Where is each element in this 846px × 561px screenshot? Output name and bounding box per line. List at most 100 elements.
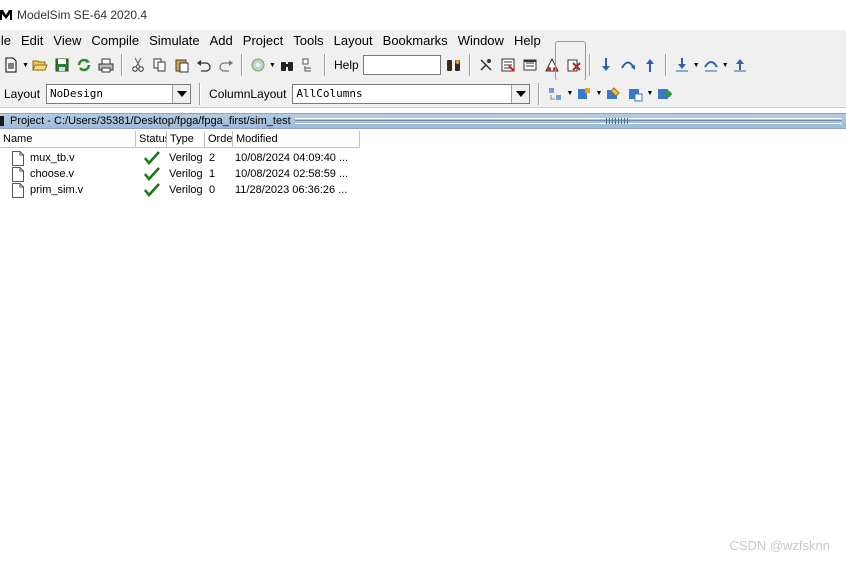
reload-button[interactable] [74, 55, 94, 75]
column-header-order[interactable]: Order [205, 131, 233, 147]
remove-column-dropdown-icon[interactable]: ▼ [646, 84, 653, 104]
menu-view[interactable]: View [48, 33, 86, 48]
checkmark-icon [143, 183, 160, 197]
compile-dropdown-icon[interactable]: ▼ [269, 55, 276, 75]
file-icon [12, 182, 24, 198]
new-file-dropdown-icon[interactable]: ▼ [22, 55, 29, 75]
compile-order-icon[interactable] [520, 55, 540, 75]
column-layout-label: ColumnLayout [209, 86, 287, 101]
column-header-name[interactable]: Name [0, 131, 136, 147]
file-modified: 10/08/2024 04:09:40 ... [235, 152, 349, 164]
undo-icon[interactable] [194, 55, 214, 75]
project-panel-header: Project - C:/Users/35381/Desktop/fpga/fp… [0, 113, 846, 129]
menu-tools[interactable]: Tools [288, 33, 328, 48]
file-order: 0 [209, 184, 216, 196]
menu-compile[interactable]: Compile [86, 33, 144, 48]
file-name-cell: mux_tb.v [0, 150, 136, 166]
column-header-status[interactable]: Status [136, 131, 167, 147]
menu-edit[interactable]: Edit [16, 33, 48, 48]
menu-simulate[interactable]: Simulate [144, 33, 205, 48]
collapse-tree-icon[interactable] [299, 55, 319, 75]
file-name: prim_sim.v [30, 184, 84, 196]
menu-bar: ile Edit View Compile Simulate Add Proje… [0, 30, 846, 50]
title-bar: ModelSim SE-64 2020.4 [0, 0, 846, 30]
toolbar-separator [664, 54, 667, 76]
toolbar-separator [121, 54, 123, 76]
step-out-dropdown-button[interactable] [730, 55, 750, 75]
panel-drag-handle[interactable] [606, 118, 628, 124]
table-row[interactable]: prim_sim.v Verilog 0 11/28/2023 06:36:26… [0, 182, 363, 198]
edit-column-icon[interactable] [603, 84, 623, 104]
menu-add[interactable]: Add [205, 33, 238, 48]
table-row[interactable]: mux_tb.v Verilog 2 10/08/2024 04:09:40 .… [0, 150, 363, 166]
help-search-icon[interactable] [444, 55, 464, 75]
step-into-dropdown-button[interactable] [672, 55, 692, 75]
watermark: CSDN @wzfsknn [729, 538, 830, 553]
file-name-cell: prim_sim.v [0, 182, 136, 198]
toolbar-separator [588, 54, 591, 76]
compile-out-of-date-icon[interactable] [476, 55, 496, 75]
redo-icon[interactable] [216, 55, 236, 75]
add-column-dropdown-icon[interactable]: ▼ [595, 84, 602, 104]
column-header-modified[interactable]: Modified [233, 131, 360, 147]
file-order: 1 [209, 168, 216, 180]
file-type: Verilog [169, 152, 203, 164]
file-order: 2 [209, 152, 216, 164]
toolbar-separator [468, 54, 471, 76]
save-button[interactable] [52, 55, 72, 75]
menu-file[interactable]: ile [0, 33, 16, 48]
layout-select[interactable]: NoDesign [46, 83, 192, 104]
toolbar-separator [538, 82, 541, 105]
compile-disabled-icon[interactable] [248, 55, 268, 75]
file-icon [12, 150, 24, 166]
pin-icon[interactable] [0, 115, 8, 127]
toolbar-separator [324, 54, 326, 76]
print-button[interactable] [96, 55, 116, 75]
step-out-icon[interactable] [640, 55, 660, 75]
file-type: Verilog [169, 168, 203, 180]
copy-icon[interactable] [150, 55, 170, 75]
chevron-down-icon[interactable] [172, 84, 191, 103]
remove-column-icon[interactable] [625, 84, 645, 104]
file-name: choose.v [30, 168, 75, 180]
window-title: ModelSim SE-64 2020.4 [17, 8, 148, 22]
modelsim-logo-icon [0, 8, 12, 22]
compile-all-icon[interactable] [498, 55, 518, 75]
file-icon [12, 166, 24, 182]
new-file-button[interactable] [1, 55, 21, 75]
cut-icon[interactable] [128, 55, 148, 75]
main-toolbar: ▼ ▼ Help ▼ ▼ [0, 50, 846, 80]
column-settings-icon[interactable] [545, 84, 565, 104]
toolbar-separator [199, 82, 202, 105]
column-settings-dropdown-icon[interactable]: ▼ [566, 84, 573, 104]
step-into-icon[interactable] [596, 55, 616, 75]
table-row[interactable]: choose.v Verilog 1 10/08/2024 02:58:59 .… [0, 166, 363, 182]
menu-window[interactable]: Window [453, 33, 509, 48]
menu-layout[interactable]: Layout [329, 33, 378, 48]
paste-icon[interactable] [172, 55, 192, 75]
help-search-input[interactable] [362, 55, 441, 75]
open-folder-button[interactable] [30, 55, 50, 75]
refresh-view-icon[interactable] [654, 84, 674, 104]
simulate-icon[interactable] [542, 55, 562, 75]
status-cell [136, 183, 167, 197]
find-binoculars-icon[interactable] [277, 55, 297, 75]
column-layout-select[interactable]: AllColumns [292, 83, 531, 104]
menu-bookmarks[interactable]: Bookmarks [378, 33, 453, 48]
toolbar-separator [241, 54, 243, 76]
status-cell [136, 151, 167, 165]
break-simulation-icon[interactable] [564, 55, 584, 75]
step-over-arrow-icon[interactable]: ▼ [722, 55, 729, 75]
menu-help[interactable]: Help [509, 33, 546, 48]
step-over-dropdown-button[interactable] [701, 55, 721, 75]
chevron-down-icon[interactable] [511, 84, 530, 103]
step-dropdown-icon[interactable]: ▼ [693, 55, 700, 75]
menu-project[interactable]: Project [238, 33, 288, 48]
file-type: Verilog [169, 184, 203, 196]
add-column-icon[interactable] [574, 84, 594, 104]
panel-header-rule [294, 118, 843, 124]
column-header-type[interactable]: Type [167, 131, 205, 147]
layout-select-value: NoDesign [50, 86, 104, 100]
project-panel-title: Project - C:/Users/35381/Desktop/fpga/fp… [10, 115, 291, 127]
step-over-icon[interactable] [618, 55, 638, 75]
